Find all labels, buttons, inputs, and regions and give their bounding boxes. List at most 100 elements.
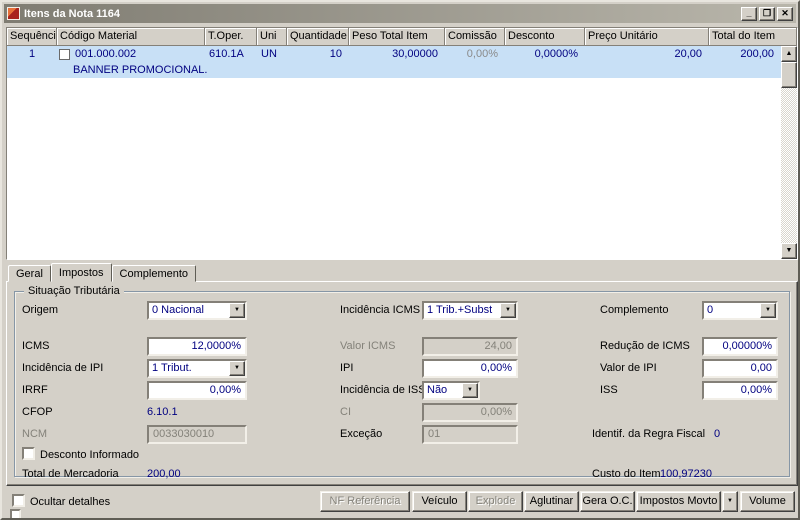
bottom-corner-checkbox[interactable] <box>10 509 21 518</box>
titlebar-buttons: _ ❐ ✕ <box>741 6 793 21</box>
column-header-preco-unitario[interactable]: Preço Unitário <box>585 28 709 46</box>
irrf-label: IRRF <box>22 384 48 396</box>
complemento-value: 0 <box>707 304 714 316</box>
grid-header: Sequência Código Material T.Oper. Uni Qu… <box>7 28 797 46</box>
column-header-peso-total-item[interactable]: Peso Total Item <box>349 28 445 46</box>
incidencia-ipi-select[interactable]: 1 Tribut. ▼ <box>147 359 247 378</box>
column-header-desconto[interactable]: Desconto <box>505 28 585 46</box>
iss-input[interactable]: 0,00% <box>702 381 778 400</box>
cell-peso-total-item: 30,00000 <box>392 48 438 60</box>
cell-preco-unitario: 20,00 <box>674 48 702 60</box>
excecao-label: Exceção <box>340 428 383 440</box>
custo-item-label: Custo do Item <box>592 468 661 480</box>
app-icon <box>7 7 20 20</box>
incidencia-icms-label: Incidência ICMS <box>340 304 421 316</box>
cell-comissao: 0,00% <box>466 48 498 60</box>
scroll-down-icon[interactable]: ▼ <box>781 243 797 259</box>
tab-complemento[interactable]: Complemento <box>111 265 197 282</box>
codigo-material-value: 001.000.002 <box>75 48 137 60</box>
ipi-input[interactable]: 0,00% <box>422 359 518 378</box>
complemento-label: Complemento <box>600 304 669 316</box>
valor-ipi-input[interactable]: 0,00 <box>702 359 778 378</box>
chevron-down-icon[interactable]: ▼ <box>462 383 478 398</box>
grid-scrollbar[interactable]: ▲ ▼ <box>781 46 797 259</box>
minimize-button[interactable]: _ <box>741 6 757 21</box>
window-title: Itens da Nota 1164 <box>24 7 120 20</box>
impostos-movto-button[interactable]: Impostos Movto <box>636 491 721 512</box>
desconto-informado-label: Desconto Informado <box>40 449 140 461</box>
ci-input: 0,00% <box>422 403 518 422</box>
origem-value: 0 Nacional <box>152 304 204 316</box>
excecao-input: 01 <box>422 425 518 444</box>
incidencia-iss-value: Não <box>427 384 448 396</box>
groupbox-title: Situação Tributária <box>24 285 124 297</box>
reducao-icms-input[interactable]: 0,00000% <box>702 337 778 356</box>
itens-da-nota-window: Itens da Nota 1164 _ ❐ ✕ Sequência Códig… <box>0 0 800 520</box>
tab-geral[interactable]: Geral <box>8 265 51 282</box>
column-header-sequencia[interactable]: Sequência <box>7 28 57 46</box>
column-header-quantidade[interactable]: Quantidade <box>287 28 349 46</box>
ocultar-detalhes-checkbox[interactable] <box>12 494 25 507</box>
impostos-movto-dropdown-button[interactable]: ▼ <box>722 491 738 512</box>
table-row[interactable]: 1 001.000.002 610.1A UN 10 30,00000 0,00… <box>7 46 781 62</box>
aglutinar-button[interactable]: Aglutinar <box>524 491 579 512</box>
column-header-uni[interactable]: Uni <box>257 28 287 46</box>
ci-label: CI <box>340 406 351 418</box>
icms-label: ICMS <box>22 340 50 352</box>
origem-label: Origem <box>22 304 59 316</box>
identif-regra-fiscal-label: Identif. da Regra Fiscal <box>592 428 706 440</box>
cell-total-do-item: 200,00 <box>740 48 774 60</box>
irrf-input[interactable]: 0,00% <box>147 381 247 400</box>
gera-oc-button[interactable]: Gera O.C. <box>580 491 635 512</box>
cell-codigo-material: 001.000.002 <box>57 46 205 62</box>
grid-body[interactable]: 1 001.000.002 610.1A UN 10 30,00000 0,00… <box>7 46 781 259</box>
close-button[interactable]: ✕ <box>777 6 793 21</box>
column-header-codigo-material[interactable]: Código Material <box>57 28 205 46</box>
column-header-comissao[interactable]: Comissão <box>445 28 505 46</box>
incidencia-ipi-label: Incidência de IPI <box>22 362 104 374</box>
items-grid: Sequência Código Material T.Oper. Uni Qu… <box>6 27 798 260</box>
ocultar-detalhes-label: Ocultar detalhes <box>30 496 111 508</box>
nf-referencia-button[interactable]: NF Referência <box>320 491 410 512</box>
total-mercadoria-value: 200,00 <box>147 468 181 480</box>
cell-sequencia: 1 <box>28 48 36 60</box>
cell-uni: UN <box>261 48 277 60</box>
scroll-up-icon[interactable]: ▲ <box>781 46 797 62</box>
volume-button[interactable]: Volume <box>740 491 795 512</box>
ncm-label: NCM <box>22 428 48 440</box>
valor-icms-input: 24,00 <box>422 337 518 356</box>
veiculo-button[interactable]: Veículo <box>412 491 467 512</box>
cell-quantidade: 10 <box>329 48 342 60</box>
column-header-total-do-item[interactable]: Total do Item <box>709 28 797 46</box>
maximize-button[interactable]: ❐ <box>759 6 775 21</box>
origem-select[interactable]: 0 Nacional ▼ <box>147 301 247 320</box>
identif-regra-fiscal-value: 0 <box>714 428 721 440</box>
row-checkbox[interactable] <box>59 48 70 60</box>
icms-input[interactable]: 12,0000% <box>147 337 247 356</box>
chevron-down-icon[interactable]: ▼ <box>500 303 516 318</box>
complemento-select[interactable]: 0 ▼ <box>702 301 778 320</box>
explode-button[interactable]: Explode <box>468 491 523 512</box>
total-mercadoria-label: Total de Mercadoria <box>22 468 119 480</box>
row-description[interactable]: BANNER PROMOCIONAL. <box>7 62 781 78</box>
incidencia-ipi-value: 1 Tribut. <box>152 362 192 374</box>
scrollbar-thumb[interactable] <box>781 62 797 88</box>
cell-desconto: 0,0000% <box>534 48 578 60</box>
chevron-down-icon[interactable]: ▼ <box>760 303 776 318</box>
valor-icms-label: Valor ICMS <box>340 340 396 352</box>
incidencia-iss-select[interactable]: Não ▼ <box>422 381 480 400</box>
cfop-label: CFOP <box>22 406 53 418</box>
tab-impostos[interactable]: Impostos <box>50 263 112 282</box>
cell-t-oper: 610.1A <box>209 48 244 60</box>
column-header-t-oper[interactable]: T.Oper. <box>205 28 257 46</box>
incidencia-iss-label: Incidência de ISS <box>340 384 426 396</box>
incidencia-icms-select[interactable]: 1 Trib.+Subst ▼ <box>422 301 518 320</box>
title-bar[interactable]: Itens da Nota 1164 _ ❐ ✕ <box>4 4 796 23</box>
cfop-value: 6.10.1 <box>147 406 178 418</box>
ncm-input: 0033030010 <box>147 425 247 444</box>
chevron-down-icon[interactable]: ▼ <box>229 361 245 376</box>
ipi-label: IPI <box>340 362 354 374</box>
detail-tabs: Geral Impostos Complemento <box>8 263 197 282</box>
desconto-informado-checkbox[interactable] <box>22 447 35 460</box>
chevron-down-icon[interactable]: ▼ <box>229 303 245 318</box>
